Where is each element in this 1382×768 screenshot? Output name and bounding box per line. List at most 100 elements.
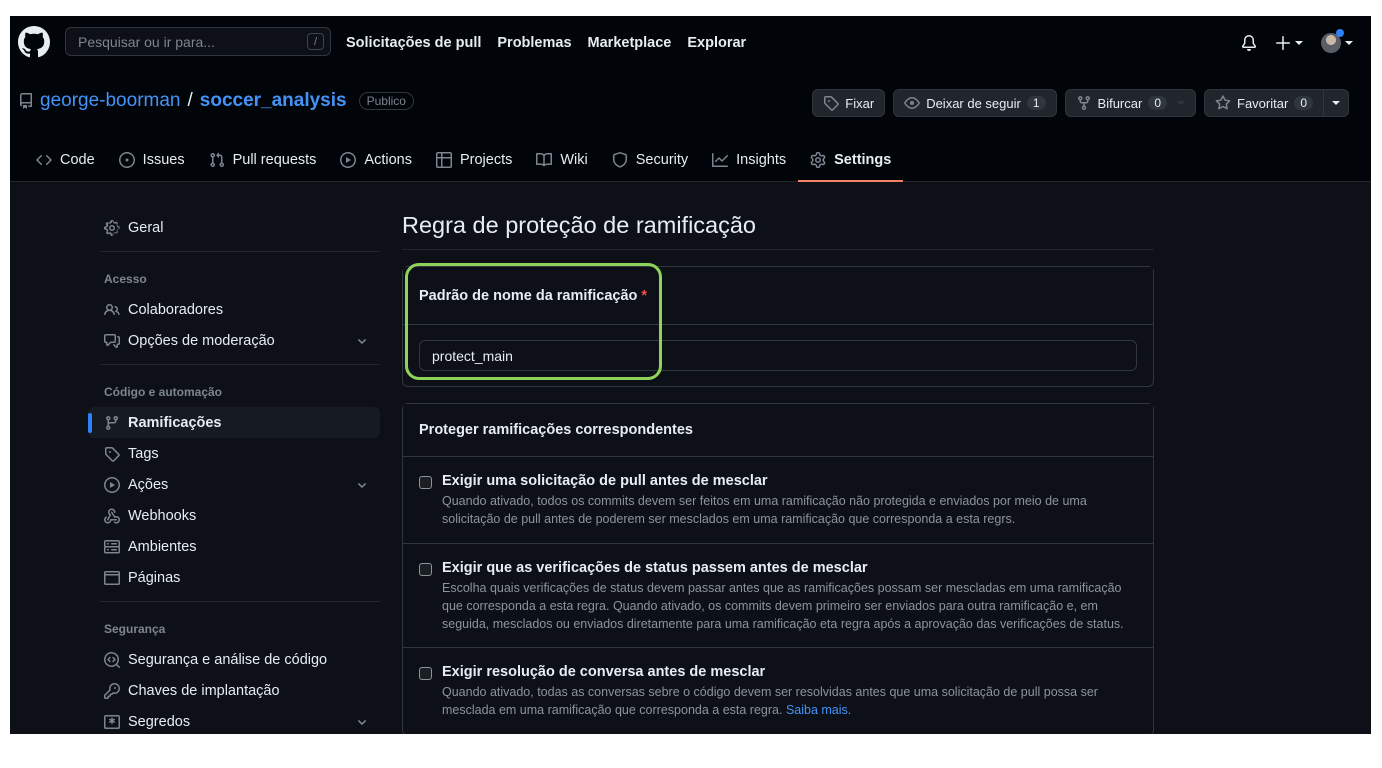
star-button[interactable]: Favoritar 0 <box>1204 89 1324 117</box>
option-require-conversation-resolution: Exigir resolução de conversa antes de me… <box>403 647 1153 734</box>
star-label: Favoritar <box>1237 95 1289 111</box>
divider <box>100 251 380 252</box>
divider <box>100 601 380 602</box>
sidebar-item-collaborators[interactable]: Colaboradores <box>88 294 380 325</box>
pull-request-icon <box>210 152 224 168</box>
watch-count: 1 <box>1026 96 1046 110</box>
tab-projects[interactable]: Projects <box>424 138 524 182</box>
repo-owner-link[interactable]: george-boorman <box>40 90 180 112</box>
branch-icon <box>105 415 118 430</box>
star-button-group: Favoritar 0 <box>1204 89 1349 117</box>
global-nav: Solicitações de pull Problemas Marketpla… <box>346 16 746 70</box>
tab-settings[interactable]: Settings <box>798 138 904 182</box>
tab-security[interactable]: Security <box>600 138 700 182</box>
tab-code[interactable]: Code <box>24 138 107 182</box>
webhook-icon <box>104 507 120 523</box>
fork-button[interactable]: Bifurcar 0 <box>1064 89 1197 117</box>
fork-icon <box>1077 96 1090 111</box>
caret-down-icon <box>1177 101 1186 105</box>
sidebar-item-label: Colaboradores <box>128 301 224 318</box>
create-new-button[interactable] <box>1275 35 1303 51</box>
tab-label: Settings <box>834 152 892 168</box>
sidebar-item-label: Páginas <box>128 569 181 586</box>
option-description: Quando ativado, todos os commits devem s… <box>442 494 1087 526</box>
sidebar-item-label: Opções de moderação <box>128 332 275 349</box>
gear-icon <box>104 219 120 236</box>
code-icon <box>36 154 52 166</box>
tab-label: Insights <box>736 152 787 168</box>
tab-label: Wiki <box>560 152 588 168</box>
protect-branches-header: Proteger ramificações correspondentes <box>403 404 1153 457</box>
tab-actions[interactable]: Actions <box>328 138 424 182</box>
table-icon <box>435 152 452 168</box>
sidebar-item-label: Geral <box>128 219 164 236</box>
repo-tabs: Code Issues Pull requests Actions Projec… <box>24 138 904 182</box>
tab-label: Projects <box>459 152 513 168</box>
tab-issues[interactable]: Issues <box>107 138 197 182</box>
repo-name-link[interactable]: soccer_analysis <box>200 90 347 112</box>
pin-button[interactable]: Fixar <box>812 89 886 117</box>
user-menu[interactable] <box>1321 29 1353 53</box>
sidebar-item-label: Ações <box>128 476 169 493</box>
settings-sidebar: Geral Acesso Colaboradores Opções de mod… <box>88 212 380 734</box>
require-pull-request-checkbox[interactable] <box>419 476 432 489</box>
option-require-status-checks: Exigir que as verificações de status pas… <box>403 543 1153 647</box>
watch-button[interactable]: Deixar de seguir 1 <box>893 89 1057 117</box>
chevron-down-icon <box>358 720 366 725</box>
watch-label: Deixar de seguir <box>926 95 1021 111</box>
sidebar-item-code-security[interactable]: Segurança e análise de código <box>88 644 380 675</box>
sidebar-heading-access: Acesso <box>104 272 147 286</box>
sidebar-item-label: Ramificações <box>128 414 222 431</box>
sidebar-item-deploy-keys[interactable]: Chaves de implantação <box>88 675 380 706</box>
search-placeholder: Pesquisar ou ir para... <box>78 33 215 50</box>
graph-icon <box>712 153 729 167</box>
pin-label: Fixar <box>845 95 875 111</box>
repo-actions: Fixar Deixar de seguir 1 Bifurcar 0 Favo… <box>812 89 1349 117</box>
bell-icon[interactable] <box>1241 35 1257 51</box>
star-count: 0 <box>1294 96 1313 110</box>
play-icon <box>104 476 120 493</box>
tab-pull-requests[interactable]: Pull requests <box>197 138 329 182</box>
star-dropdown-button[interactable] <box>1324 89 1349 117</box>
nav-issues[interactable]: Problemas <box>497 35 571 51</box>
require-conversation-resolution-checkbox[interactable] <box>419 667 432 680</box>
sidebar-item-moderation[interactable]: Opções de moderação <box>88 325 380 356</box>
gear-icon <box>810 152 826 168</box>
plus-icon <box>1276 36 1290 50</box>
repo-header: george-boorman / soccer_analysis Publico… <box>10 70 1371 182</box>
sidebar-item-general[interactable]: Geral <box>88 212 380 243</box>
sidebar-item-secrets[interactable]: Segredos <box>88 706 380 734</box>
learn-more-link[interactable]: Saiba mais. <box>786 703 851 717</box>
repo-icon <box>19 93 32 109</box>
sidebar-item-label: Segredos <box>128 713 191 730</box>
option-title: Exigir uma solicitação de pull antes de … <box>442 473 768 489</box>
sidebar-item-actions[interactable]: Ações <box>88 469 380 500</box>
nav-marketplace[interactable]: Marketplace <box>588 35 672 51</box>
nav-pull-requests[interactable]: Solicitações de pull <box>346 35 481 51</box>
tab-wiki[interactable]: Wiki <box>524 138 599 182</box>
sidebar-item-pages[interactable]: Páginas <box>88 562 380 593</box>
issue-icon <box>118 152 135 168</box>
secret-icon <box>104 714 120 729</box>
tab-label: Actions <box>364 152 412 168</box>
avatar <box>1321 29 1344 53</box>
fork-count: 0 <box>1148 96 1168 110</box>
play-icon <box>340 152 357 168</box>
option-description: Escolha quais verificações de status dev… <box>442 581 1124 631</box>
nav-explore[interactable]: Explorar <box>687 35 746 51</box>
option-description: Quando ativado, todas as conversas sebre… <box>442 683 1137 719</box>
highlight-annotation <box>405 263 662 380</box>
search-input[interactable]: Pesquisar ou ir para... / <box>65 27 331 56</box>
fork-label: Bifurcar <box>1097 95 1143 111</box>
require-status-checks-checkbox[interactable] <box>419 563 432 576</box>
pin-icon <box>824 96 840 111</box>
option-title: Exigir resolução de conversa antes de me… <box>442 664 766 680</box>
sidebar-item-environments[interactable]: Ambientes <box>88 531 380 562</box>
tab-insights[interactable]: Insights <box>700 138 798 182</box>
tag-icon <box>105 446 120 462</box>
github-logo-icon[interactable] <box>18 26 50 58</box>
visibility-badge: Publico <box>358 92 414 110</box>
sidebar-item-tags[interactable]: Tags <box>88 438 380 469</box>
sidebar-item-webhooks[interactable]: Webhooks <box>88 500 380 531</box>
sidebar-item-branches[interactable]: Ramificações <box>88 407 380 438</box>
